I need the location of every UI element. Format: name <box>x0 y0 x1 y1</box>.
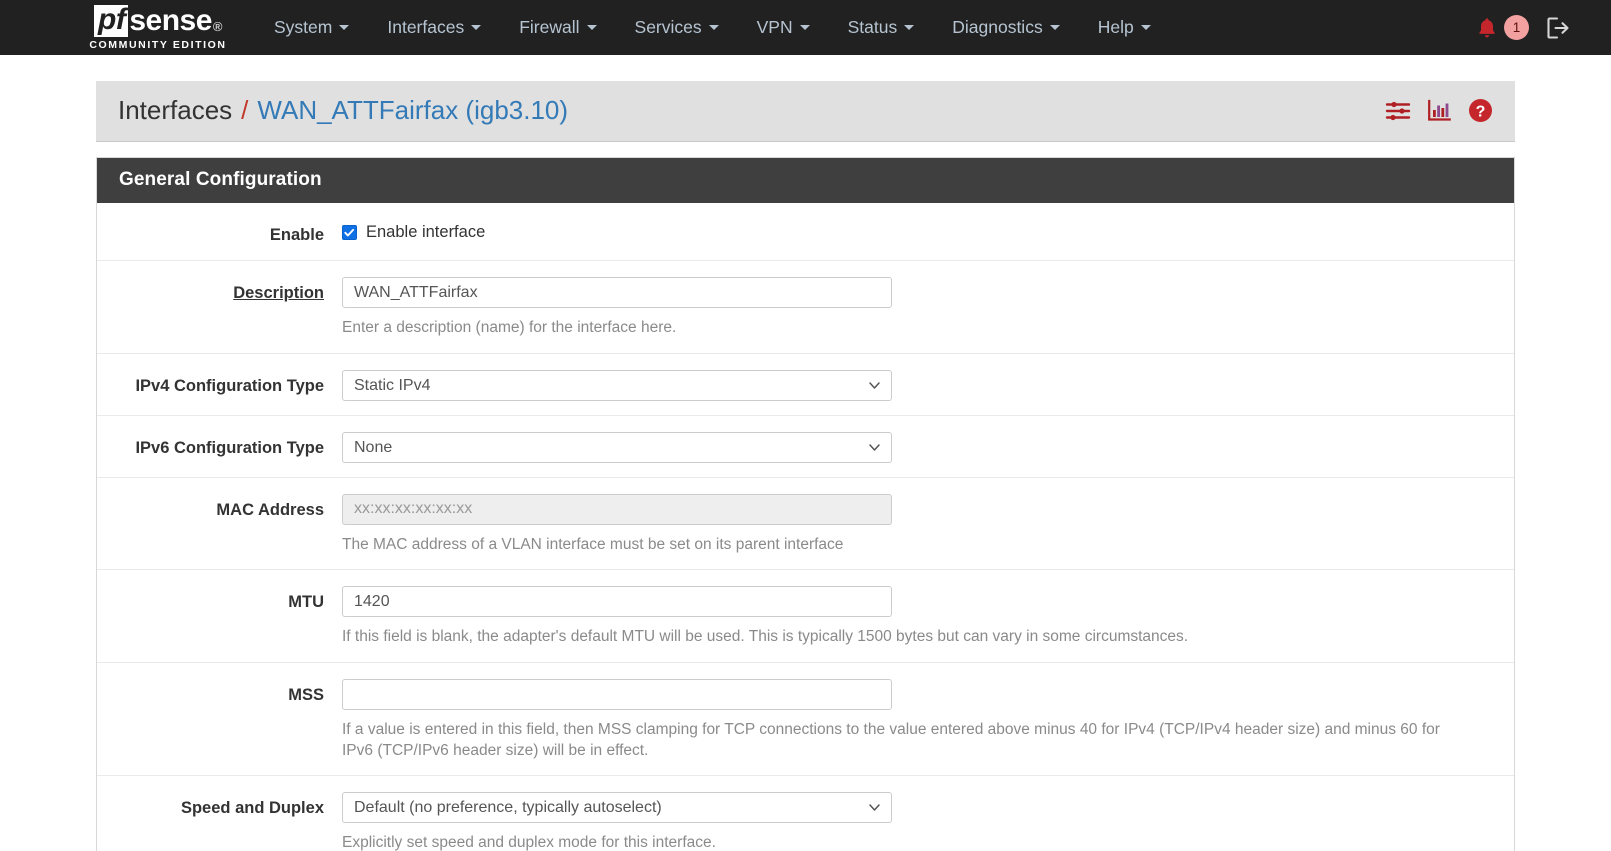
chevron-down-icon <box>339 25 350 30</box>
label-ipv6-config-type: IPv6 Configuration Type <box>135 438 324 457</box>
general-configuration-panel: General Configuration Enable Enable inte… <box>96 157 1515 851</box>
form-row-ipv4-config-type: IPv4 Configuration Type Static IPv4 <box>97 354 1514 416</box>
mac-address-help-line-1: The MAC address of a VLAN interface must… <box>342 535 844 553</box>
field-description: Enter a description (name) for the inter… <box>342 277 1514 338</box>
page-header-wrapper: Interfaces / WAN_ATTFairfax (igb3.10) ? <box>0 55 1611 142</box>
field-mtu: If this field is blank, the adapter's de… <box>342 586 1514 647</box>
chevron-down-icon <box>586 25 597 30</box>
help-circle-icon[interactable]: ? <box>1468 98 1493 123</box>
panel-title: General Configuration <box>97 158 1514 203</box>
nav-item-system[interactable]: System <box>255 7 368 48</box>
nav-item-diagnostics[interactable]: Diagnostics <box>933 7 1078 48</box>
description-help-text: Enter a description (name) for the inter… <box>342 317 1447 338</box>
notification-count-badge: 1 <box>1504 15 1529 40</box>
label-description-text[interactable]: Description <box>233 284 324 302</box>
chevron-down-icon <box>1049 25 1060 30</box>
form-row-speed-duplex: Speed and Duplex Default (no preference,… <box>97 776 1514 851</box>
brand-sense: sense <box>129 3 212 37</box>
nav-item-vpn[interactable]: VPN <box>738 7 829 48</box>
nav-item-diagnostics-label: Diagnostics <box>952 17 1043 37</box>
nav-item-firewall[interactable]: Firewall <box>500 7 615 48</box>
logout-icon[interactable] <box>1545 16 1571 40</box>
pfsense-logo[interactable]: pf sense ® COMMUNITY EDITION <box>83 5 233 50</box>
page-header-actions: ? <box>1385 98 1493 123</box>
breadcrumb-separator: / <box>241 95 249 125</box>
form-row-mss: MSS If a value is entered in this field,… <box>97 663 1514 777</box>
notifications-button[interactable]: 1 <box>1477 15 1529 40</box>
form-row-mac-address: MAC Address The MAC address of a VLAN in… <box>97 478 1514 571</box>
nav-item-interfaces-label: Interfaces <box>387 17 465 37</box>
svg-text:?: ? <box>1476 103 1486 120</box>
enable-interface-checkbox-row[interactable]: Enable interface <box>342 219 1484 242</box>
mss-help-text: If a value is entered in this field, the… <box>342 719 1447 762</box>
top-navbar: pf sense ® COMMUNITY EDITION System Interf… <box>0 0 1611 55</box>
mac-address-input <box>342 493 892 525</box>
ipv6-config-type-select[interactable]: None <box>342 431 892 463</box>
navbar-right-actions: 1 <box>1477 15 1591 40</box>
mtu-help-line-1: If this field is blank, the adapter's de… <box>342 628 1189 646</box>
panel-body: Enable Enable interface Description WAN_… <box>97 203 1514 851</box>
mss-help-line-1: If a value is entered in this field, the… <box>342 720 1440 759</box>
breadcrumb-current[interactable]: WAN_ATTFairfax (igb3.10) <box>257 95 568 126</box>
speed-duplex-help-line-1: Explicitly set speed and duplex mode for… <box>342 834 716 851</box>
breadcrumb: Interfaces / WAN_ATTFairfax (igb3.10) ? <box>96 81 1515 142</box>
ipv4-config-type-select-wrap: Static IPv4 <box>342 369 892 401</box>
chevron-down-icon <box>471 25 482 30</box>
mss-input[interactable] <box>342 678 892 710</box>
mtu-help-text: If this field is blank, the adapter's de… <box>342 626 1447 647</box>
brand-subtitle: COMMUNITY EDITION <box>89 38 227 51</box>
nav-item-status-label: Status <box>847 17 898 37</box>
field-enable: Enable interface <box>342 219 1514 242</box>
nav-item-services[interactable]: Services <box>616 7 738 48</box>
chevron-down-icon <box>708 25 719 30</box>
label-mss: MSS <box>288 685 324 704</box>
speed-duplex-select-wrap: Default (no preference, typically autose… <box>342 792 892 824</box>
brand-logo-text: pf sense ® <box>94 3 223 37</box>
description-help-line-1: Enter a description (name) for the inter… <box>342 319 677 337</box>
brand-pf: pf <box>94 5 129 37</box>
brand-registered-mark: ® <box>212 18 223 34</box>
navbar-menu: System Interfaces Firewall Services VPN … <box>255 7 1170 48</box>
field-ipv4-config-type: Static IPv4 <box>342 369 1514 401</box>
label-ipv4-config-type: IPv4 Configuration Type <box>135 376 324 395</box>
nav-item-services-label: Services <box>634 17 702 37</box>
nav-item-help[interactable]: Help <box>1079 7 1170 48</box>
nav-item-help-label: Help <box>1097 17 1134 37</box>
chart-bar-icon[interactable] <box>1427 99 1452 123</box>
field-mac-address: The MAC address of a VLAN interface must… <box>342 493 1514 555</box>
bell-icon <box>1479 17 1495 37</box>
field-speed-duplex: Default (no preference, typically autose… <box>342 792 1514 851</box>
form-row-description: Description Enter a description (name) f… <box>97 261 1514 354</box>
nav-item-status[interactable]: Status <box>829 7 934 48</box>
label-enable: Enable <box>269 226 324 244</box>
enable-interface-checkbox[interactable] <box>342 225 357 240</box>
breadcrumb-parent: Interfaces <box>118 95 233 125</box>
enable-interface-label[interactable]: Enable interface <box>366 223 485 242</box>
ipv6-config-type-select-wrap: None <box>342 431 892 463</box>
form-row-ipv6-config-type: IPv6 Configuration Type None <box>97 416 1514 478</box>
chevron-down-icon <box>799 25 810 30</box>
sliders-icon[interactable] <box>1385 99 1411 123</box>
form-row-mtu: MTU If this field is blank, the adapter'… <box>97 570 1514 663</box>
mac-address-help-text: The MAC address of a VLAN interface must… <box>342 534 1447 555</box>
form-row-enable: Enable Enable interface <box>97 203 1514 262</box>
nav-item-firewall-label: Firewall <box>519 17 580 37</box>
label-mac-address: MAC Address <box>216 500 324 519</box>
speed-duplex-help-text: Explicitly set speed and duplex mode for… <box>342 832 1447 851</box>
label-description: Description <box>97 277 342 304</box>
field-ipv6-config-type: None <box>342 431 1514 463</box>
speed-duplex-select[interactable]: Default (no preference, typically autose… <box>342 792 892 824</box>
chevron-down-icon <box>1140 25 1151 30</box>
panel-wrapper: General Configuration Enable Enable inte… <box>0 142 1611 851</box>
description-input[interactable] <box>342 277 892 309</box>
label-speed-duplex: Speed and Duplex <box>180 799 324 818</box>
ipv4-config-type-select[interactable]: Static IPv4 <box>342 369 892 401</box>
label-mtu: MTU <box>288 593 324 612</box>
nav-item-system-label: System <box>274 17 333 37</box>
nav-item-vpn-label: VPN <box>756 17 793 37</box>
mtu-input[interactable] <box>342 586 892 618</box>
nav-item-interfaces[interactable]: Interfaces <box>368 7 500 48</box>
field-mss: If a value is entered in this field, the… <box>342 678 1514 762</box>
chevron-down-icon <box>904 25 915 30</box>
